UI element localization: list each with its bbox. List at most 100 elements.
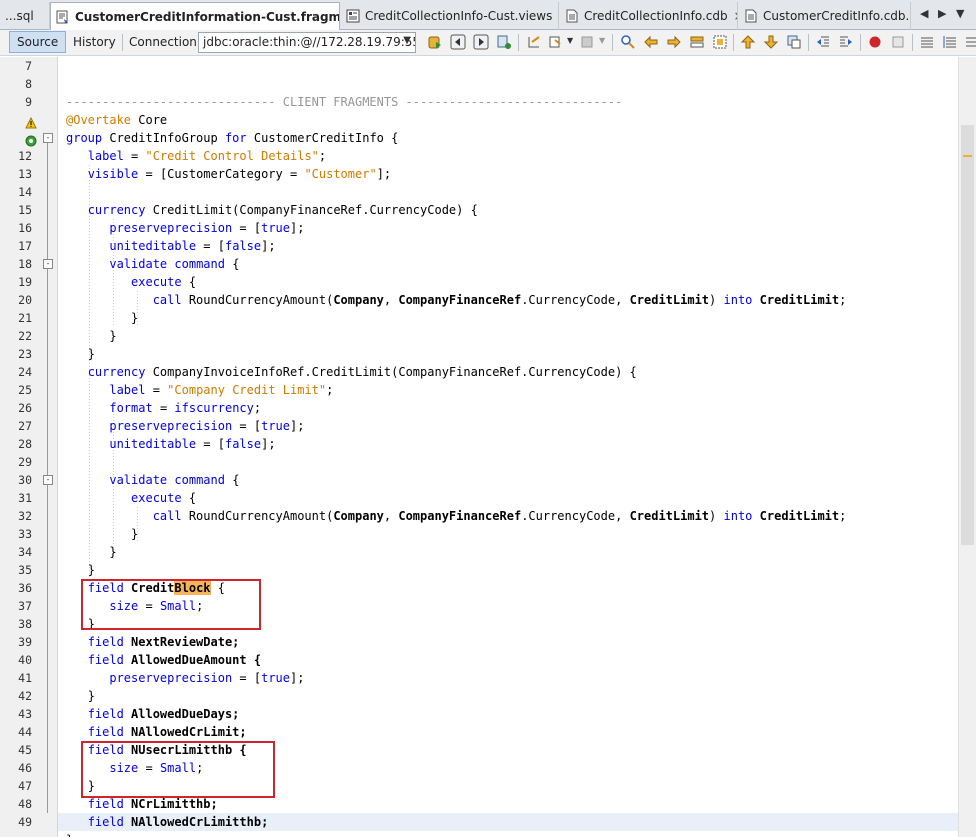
code-line-49: field NAllowedCrLimitthb; <box>87 815 269 829</box>
code-line-33: } <box>131 527 139 541</box>
line-number: 20 <box>18 293 32 307</box>
code-line-34: } <box>109 545 117 559</box>
line-number: 47 <box>18 779 32 793</box>
line-number: 25 <box>18 383 32 397</box>
fold-toggle-icon[interactable]: - <box>43 133 53 143</box>
line-number: 41 <box>18 671 32 685</box>
code-line-35: } <box>87 563 95 577</box>
fold-toggle-icon[interactable]: - <box>43 475 53 485</box>
connection-select[interactable]: jdbc:oracle:thin:@//172.28.19.79:55... ▼ <box>198 32 416 53</box>
scrollbar-thumb[interactable] <box>961 125 974 545</box>
line-number: 16 <box>18 221 32 235</box>
close-icon[interactable]: × <box>558 9 559 23</box>
tab-label: ...sql <box>5 9 34 23</box>
line-number: 45 <box>18 743 32 757</box>
tab-label: CreditCollectionInfo.cdb <box>584 9 728 23</box>
fold-toggle-icon[interactable]: - <box>43 259 53 269</box>
history-back-icon[interactable] <box>526 34 542 50</box>
start-macro-recording-icon[interactable] <box>867 34 883 50</box>
code-line-39: field NextReviewDate; <box>87 635 240 649</box>
code-line-21: } <box>131 311 139 325</box>
toggle-highlight-icon[interactable] <box>689 34 705 50</box>
find-previous-icon[interactable] <box>643 34 659 50</box>
code-line-15: currency CreditLimit(CompanyFinanceRef.C… <box>87 203 478 217</box>
next-bookmark-icon[interactable] <box>763 34 779 50</box>
line-number: 13 <box>18 167 32 181</box>
source-view-button[interactable]: Source <box>9 31 67 53</box>
tab-customer-credit-information-fragment[interactable]: CustomerCreditInformation-Cust.fragment … <box>50 2 340 31</box>
code-line-22: } <box>109 329 117 343</box>
chevron-down-icon: ▼ <box>403 35 411 46</box>
warning-icon[interactable] <box>25 117 37 129</box>
previous-bookmark-icon[interactable] <box>740 34 756 50</box>
code-line-19: execute { <box>131 275 197 289</box>
line-number: 15 <box>18 203 32 217</box>
database-refresh-icon[interactable] <box>496 34 512 50</box>
line-number: 44 <box>18 725 32 739</box>
line-number: 7 <box>25 59 32 73</box>
code-line-12: label = "Credit Control Details"; <box>87 149 327 163</box>
line-number: 27 <box>18 419 32 433</box>
line-number: 14 <box>18 185 32 199</box>
tab-credit-collection-info-views[interactable]: CreditCollectionInfo-Cust.views × <box>341 2 559 30</box>
code-line-26: format = ifscurrency; <box>109 401 262 415</box>
code-line-27: preserveprecision = [true]; <box>109 419 305 433</box>
tab-label: CustomerCreditInfo.cdb... <box>763 9 911 23</box>
editor-toolbar: Source History Connection: jdbc:oracle:t… <box>0 30 976 56</box>
views-file-icon <box>346 9 360 23</box>
vertical-scrollbar[interactable] <box>958 57 976 837</box>
line-number: 18 <box>18 257 32 271</box>
tab-customer-credit-info-cdb[interactable]: CustomerCreditInfo.cdb... <box>739 2 911 30</box>
tab-label: CreditCollectionInfo-Cust.views <box>365 9 553 23</box>
line-number: 26 <box>18 401 32 415</box>
code-line-17: uniteditable = [false]; <box>109 239 276 253</box>
code-line-23: } <box>87 347 95 361</box>
code-line-32: call RoundCurrencyAmount(Company, Compan… <box>152 509 847 523</box>
stop-macro-recording-icon[interactable] <box>890 34 906 50</box>
line-number: 33 <box>18 527 32 541</box>
code-line-9: ----------------------------- CLIENT FRA… <box>66 95 623 109</box>
code-line-40: field AllowedDueAmount { <box>87 653 262 667</box>
line-number: 37 <box>18 599 32 613</box>
line-number: 35 <box>18 563 32 577</box>
back-icon[interactable] <box>450 34 466 50</box>
line-number: 34 <box>18 545 32 559</box>
forward-icon[interactable] <box>473 34 489 50</box>
history-view-button[interactable]: History <box>65 31 124 53</box>
connection-value: jdbc:oracle:thin:@//172.28.19.79:55... <box>203 35 416 49</box>
shift-right-icon[interactable] <box>838 34 854 50</box>
search-match-marker[interactable] <box>963 155 972 157</box>
tab-credit-collection-info-cdb[interactable]: CreditCollectionInfo.cdb × <box>560 2 738 30</box>
database-run-icon[interactable] <box>427 34 443 50</box>
toggle-rectangular-selection-icon[interactable] <box>712 34 728 50</box>
cdb-file-icon <box>565 9 579 23</box>
line-number: 31 <box>18 491 32 505</box>
scroll-tabs-right-icon[interactable]: ▶ <box>938 7 946 20</box>
code-line-31: execute { <box>131 491 197 505</box>
comment-icon[interactable] <box>919 34 935 50</box>
cdb-file-icon <box>744 9 758 23</box>
code-line-20: call RoundCurrencyAmount(Company, Compan… <box>152 293 847 307</box>
line-number: 28 <box>18 437 32 451</box>
line-number: 23 <box>18 347 32 361</box>
search-icon[interactable] <box>620 34 636 50</box>
more-tools-icon[interactable] <box>964 34 976 50</box>
code-editor[interactable]: ----------------------------- CLIENT FRA… <box>58 57 958 837</box>
scroll-tabs-left-icon[interactable]: ◀ <box>920 7 928 20</box>
toggle-bookmark-icon[interactable] <box>786 34 802 50</box>
shift-left-icon[interactable] <box>815 34 831 50</box>
annotation-box-nusecrlimitthb <box>81 741 275 798</box>
tab-list-menu-icon[interactable]: ▼ <box>956 7 964 20</box>
tab-sql[interactable]: ...sql <box>0 2 50 30</box>
close-icon[interactable]: × <box>734 9 737 23</box>
find-next-icon[interactable] <box>666 34 682 50</box>
line-number: 9 <box>25 95 32 109</box>
uncomment-icon[interactable] <box>942 34 958 50</box>
line-number: 46 <box>18 761 32 775</box>
history-menu-icon[interactable] <box>548 34 564 50</box>
line-number: 17 <box>18 239 32 253</box>
code-line-42: } <box>87 689 95 703</box>
override-marker-icon[interactable] <box>25 135 37 147</box>
chevron-down-icon[interactable]: ▼ <box>567 36 573 45</box>
editor-tab-bar: ...sql CustomerCreditInformation-Cust.fr… <box>0 0 976 31</box>
